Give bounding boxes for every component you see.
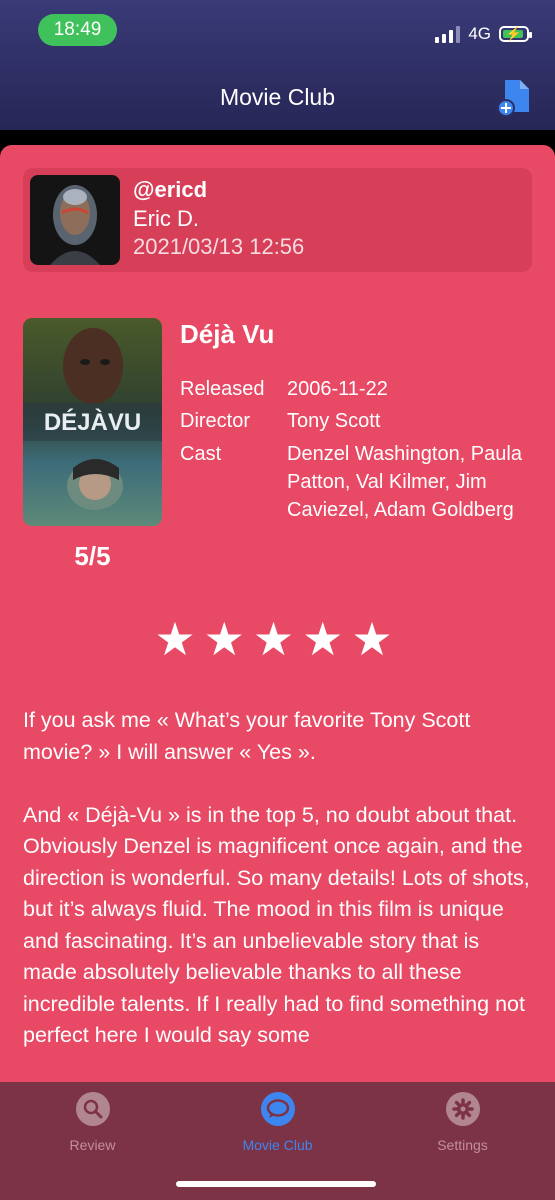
review-date: 2021/03/13 12:56 — [133, 234, 305, 259]
home-indicator[interactable] — [176, 1181, 376, 1187]
cellular-signal-icon — [435, 25, 461, 43]
tab-settings-label: Settings — [437, 1137, 488, 1153]
director-value: Tony Scott — [287, 410, 381, 432]
tab-movie-club[interactable]: Movie Club — [185, 1092, 370, 1153]
new-review-icon[interactable] — [497, 78, 533, 118]
released-label: Released — [180, 378, 265, 400]
movie-poster[interactable]: DÉJÀVU — [23, 318, 162, 526]
tab-settings[interactable]: Settings — [370, 1092, 555, 1153]
review-paragraph: And « Déjà-Vu » is in the top 5, no doub… — [23, 802, 530, 1048]
network-type: 4G — [468, 24, 491, 43]
tab-review-label: Review — [69, 1137, 116, 1153]
status-time: 18:49 — [38, 14, 117, 46]
movie-title: Déjà Vu — [180, 319, 275, 349]
header-bar: 18:49 4G ⚡ Movie Club — [0, 0, 555, 130]
poster-title-text: DÉJÀVU — [44, 408, 141, 436]
status-indicators: 4G ⚡ — [435, 22, 532, 46]
reviewer-info[interactable]: @ericd Eric D. 2021/03/13 12:56 — [23, 168, 532, 272]
review-paragraph: If you ask me « What’s your favorite Ton… — [23, 708, 471, 764]
battery-charging-icon: ⚡ — [499, 26, 532, 42]
search-icon — [75, 1092, 110, 1126]
released-value: 2006-11-22 — [287, 378, 388, 400]
gear-icon — [445, 1092, 480, 1126]
review-text: If you ask me « What’s your favorite Ton… — [23, 705, 538, 1083]
director-label: Director — [180, 410, 251, 432]
tab-movie-club-label: Movie Club — [242, 1137, 313, 1153]
chat-bubble-icon — [260, 1092, 295, 1126]
reviewer-name: Eric D. — [133, 206, 199, 231]
cast-value: Denzel Washington, Paula Patton, Val Kil… — [287, 443, 522, 521]
star-rating: ★★★★★ — [154, 613, 401, 665]
rating-score: 5/5 — [74, 541, 111, 571]
review-card: @ericd Eric D. 2021/03/13 12:56 DÉJÀVU 5… — [0, 145, 555, 1200]
page-title: Movie Club — [219, 84, 336, 110]
avatar — [30, 175, 120, 265]
cast-label: Cast — [180, 443, 222, 465]
tab-review[interactable]: Review — [0, 1092, 185, 1153]
reviewer-handle: @ericd — [133, 177, 208, 202]
